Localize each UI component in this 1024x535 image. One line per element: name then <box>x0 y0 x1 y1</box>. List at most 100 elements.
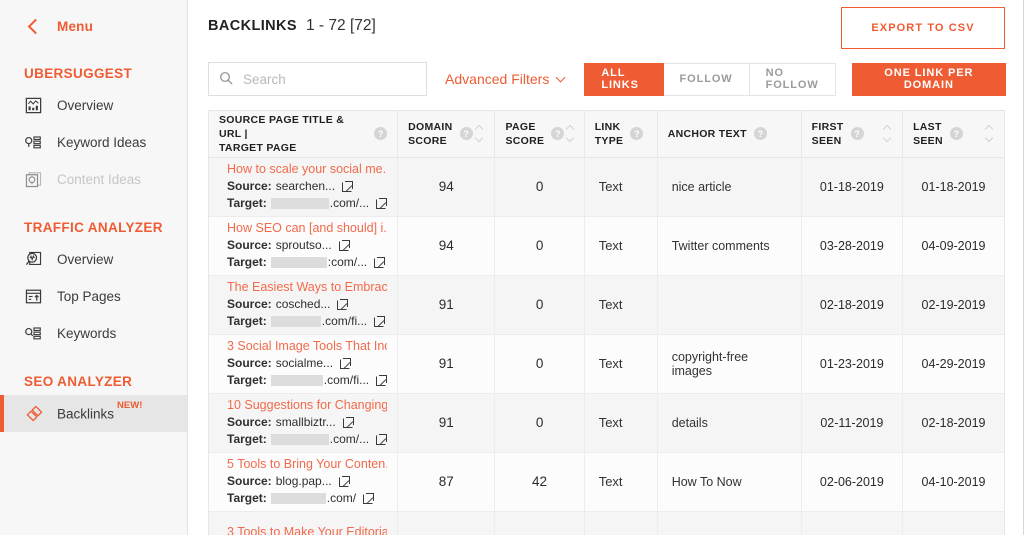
sort-toggle-icon[interactable] <box>983 125 994 143</box>
cell-last-seen: 04-10-2019 <box>902 452 1004 512</box>
help-icon[interactable]: ? <box>850 127 864 141</box>
table-head: SOURCE PAGE TITLE & URL | TARGET PAGE ? D… <box>209 111 1004 158</box>
sidebar-item-top-pages[interactable]: Top Pages <box>0 278 187 315</box>
source-url: socialme... <box>275 356 334 370</box>
target-label: Target: <box>227 373 267 387</box>
link-type-segmented-control: ALL LINKS FOLLOW NO FOLLOW <box>584 62 836 96</box>
search-field-wrapper <box>208 62 428 96</box>
sort-toggle-icon[interactable] <box>473 125 484 143</box>
external-link-icon[interactable] <box>374 257 386 268</box>
redacted-domain <box>270 375 323 386</box>
source-url-row: Source: smallbiztr... <box>227 414 387 431</box>
external-link-icon[interactable] <box>338 240 350 251</box>
cell-domain-score: 87 <box>397 452 496 512</box>
sidebar-item-backlinks[interactable]: BacklinksNEW! <box>0 395 187 432</box>
sidebar-group-seo-analyzer: BacklinksNEW! <box>0 395 187 432</box>
external-link-icon[interactable] <box>376 434 388 445</box>
table-body: How to scale your social me... Source: sea… <box>209 157 1004 535</box>
cell-domain-score: 86 <box>397 511 496 535</box>
sidebar-item-overview-traffic[interactable]: Overview <box>0 241 187 278</box>
external-link-icon[interactable] <box>340 358 352 369</box>
source-url: blog.pap... <box>275 474 332 488</box>
cell-last-seen: 01-18-2019 <box>902 157 1004 217</box>
sidebar-item-label: Keywords <box>57 326 117 341</box>
column-header-first-seen[interactable]: FIRST SEEN ? <box>801 111 904 158</box>
external-link-icon[interactable] <box>363 493 375 504</box>
sidebar-section-title-traffic-analyzer: TRAFFIC ANALYZER <box>24 220 163 235</box>
sidebar-item-keywords[interactable]: Keywords <box>0 315 187 352</box>
sidebar-section-title-ubersuggest: UBERSUGGEST <box>24 66 133 81</box>
sidebar-item-label: Top Pages <box>57 289 121 304</box>
target-url-row: Target: .com/... <box>227 195 388 212</box>
external-link-icon[interactable] <box>338 476 350 487</box>
source-page-title-link[interactable]: 3 Tools to Make Your Editoria... <box>227 524 387 535</box>
help-icon[interactable]: ? <box>374 127 388 141</box>
one-link-per-domain-button[interactable]: ONE LINK PER DOMAIN <box>851 62 1006 96</box>
segment-no-follow[interactable]: NO FOLLOW <box>749 62 836 96</box>
column-header-link-type[interactable]: LINK TYPE ? <box>584 111 658 158</box>
keyword-list-icon <box>24 133 50 152</box>
column-header-source-page[interactable]: SOURCE PAGE TITLE & URL | TARGET PAGE ? <box>209 111 399 158</box>
cell-first-seen: 02-12-2019 <box>801 511 904 535</box>
source-page-title-link[interactable]: How SEO can [and should] i... <box>227 220 387 237</box>
cell-anchor-text: details <box>657 393 802 453</box>
new-badge: NEW! <box>117 400 143 412</box>
cell-page-score: 0 <box>494 334 585 394</box>
target-label: Target: <box>227 432 267 446</box>
sort-toggle-icon[interactable] <box>564 125 575 143</box>
table-row: How SEO can [and should] i... Source: spro… <box>209 216 1004 276</box>
column-header-page-score[interactable]: PAGE SCORE ? <box>494 111 585 158</box>
cell-link-type: Text <box>584 393 658 453</box>
advanced-filters-toggle[interactable]: Advanced Filters <box>445 71 566 87</box>
help-icon[interactable]: ? <box>949 127 963 141</box>
external-link-icon[interactable] <box>376 198 388 209</box>
help-icon[interactable]: ? <box>753 127 767 141</box>
source-page-title-link[interactable]: 5 Tools to Bring Your Conten... <box>227 456 387 473</box>
cell-anchor-text: How To Now <box>657 452 802 512</box>
target-label: Target: <box>227 196 267 210</box>
table-row: 3 Social Image Tools That Inc... Source: s… <box>209 334 1004 394</box>
segment-follow[interactable]: FOLLOW <box>663 62 750 96</box>
source-page-title-link[interactable]: 3 Social Image Tools That Inc... <box>227 338 387 355</box>
cell-domain-score: 91 <box>397 334 496 394</box>
external-link-icon[interactable] <box>376 375 388 386</box>
sidebar-item-overview-ubersuggest[interactable]: Overview <box>0 87 187 124</box>
magnifier-chart-icon <box>24 250 50 269</box>
sidebar-item-keyword-ideas[interactable]: Keyword Ideas <box>0 124 187 161</box>
cell-page-score: 0 <box>494 393 585 453</box>
source-page-title-link[interactable]: How to scale your social me... <box>227 161 387 178</box>
source-label: Source: <box>227 474 272 488</box>
export-to-csv-button[interactable]: EXPORT TO CSV <box>841 7 1005 49</box>
column-header-domain-score[interactable]: DOMAIN SCORE ? <box>397 111 496 158</box>
help-icon[interactable]: ? <box>630 127 644 141</box>
help-icon[interactable]: ? <box>459 127 473 141</box>
external-link-icon[interactable] <box>342 417 354 428</box>
sidebar-menu-toggle[interactable]: Menu <box>0 0 187 52</box>
cell-link-type: Text <box>584 334 658 394</box>
source-url: cosched... <box>275 297 331 311</box>
search-input[interactable] <box>208 62 428 96</box>
cell-anchor-text <box>657 275 802 335</box>
external-link-icon[interactable] <box>342 181 354 192</box>
cell-source-page: 3 Social Image Tools That Inc... Source: s… <box>209 334 399 394</box>
cell-last-seen: 04-09-2019 <box>902 216 1004 276</box>
cell-anchor-text: nice article <box>657 157 802 217</box>
cell-first-seen: 01-23-2019 <box>801 334 904 394</box>
sort-toggle-icon[interactable] <box>881 125 892 143</box>
cell-link-type: Text <box>584 275 658 335</box>
help-icon[interactable]: ? <box>551 127 565 141</box>
column-header-last-seen[interactable]: LAST SEEN ? <box>902 111 1004 158</box>
column-header-anchor-text[interactable]: ANCHOR TEXT ? <box>657 111 802 158</box>
external-link-icon[interactable] <box>337 299 349 310</box>
source-page-title-link[interactable]: 10 Suggestions for Changing... <box>227 397 387 414</box>
source-url: sproutso... <box>275 238 332 252</box>
source-page-title-link[interactable]: The Easiest Ways to Embrac... <box>227 279 387 296</box>
source-url-row: Source: cosched... <box>227 296 387 313</box>
segment-all-links[interactable]: ALL LINKS <box>584 62 664 96</box>
external-link-icon[interactable] <box>374 316 386 327</box>
cell-last-seen: 02-19-2019 <box>902 275 1004 335</box>
source-label: Source: <box>227 297 272 311</box>
cell-page-score: 0 <box>494 511 585 535</box>
cell-last-seen: 04-29-2019 <box>902 334 1004 394</box>
sidebar-item-content-ideas[interactable]: Content Ideas <box>0 161 187 198</box>
